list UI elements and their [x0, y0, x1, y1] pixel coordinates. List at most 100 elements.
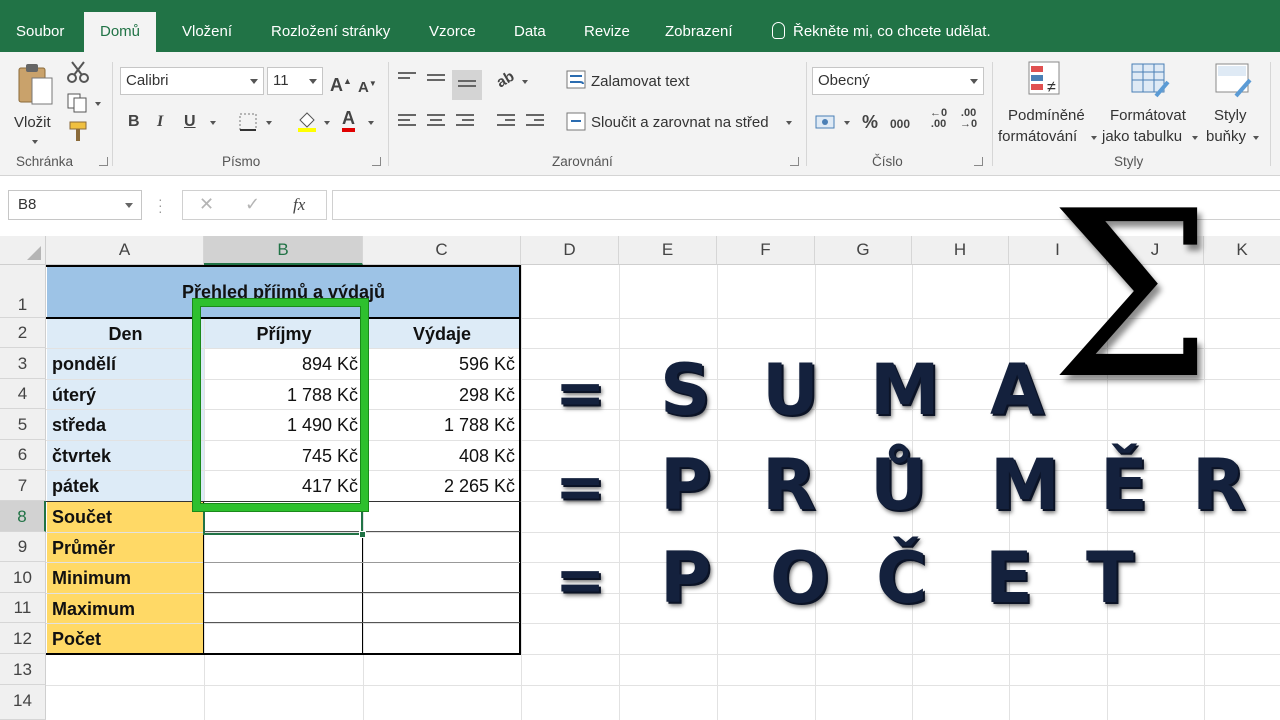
increase-font-icon[interactable]: A▲ [330, 71, 352, 95]
summary-label-pocet[interactable]: Počet [47, 624, 204, 654]
chevron-down-icon[interactable] [1253, 136, 1259, 140]
percent-button[interactable]: % [862, 112, 878, 132]
decrease-indent-icon[interactable] [497, 114, 515, 128]
wrap-text-button[interactable]: Zalamovat text [591, 73, 689, 90]
format-as-table-label-1[interactable]: Formátovat [1110, 107, 1186, 124]
table-row-day[interactable]: čtvrtek [47, 441, 204, 470]
row-header-14[interactable]: 14 [0, 685, 46, 720]
tab-insert[interactable]: Vložení [182, 12, 232, 52]
cell-styles-icon[interactable] [1214, 60, 1254, 100]
format-as-table-label-2[interactable]: jako tabulku [1102, 128, 1182, 145]
insert-function-icon[interactable]: fx [293, 195, 305, 215]
increase-decimal-icon[interactable]: ←0.00 [930, 108, 947, 130]
select-all-button[interactable] [0, 236, 46, 265]
table-row-expense[interactable]: 298 Kč [364, 380, 520, 409]
header-cell-den[interactable]: Den [47, 319, 204, 348]
dialog-launcher-icon[interactable] [790, 157, 799, 166]
row-header-7[interactable]: 7 [0, 470, 46, 501]
font-name-select[interactable]: Calibri [120, 67, 264, 95]
conditional-formatting-label-2[interactable]: formátování [998, 128, 1077, 145]
increase-indent-icon[interactable] [526, 114, 544, 128]
thousands-button[interactable]: 000 [890, 114, 910, 134]
chevron-down-icon[interactable] [95, 102, 101, 106]
summary-label-soucet[interactable]: Součet [47, 502, 204, 532]
row-header-3[interactable]: 3 [0, 348, 46, 379]
table-row-day[interactable]: středa [47, 410, 204, 440]
align-middle-icon[interactable] [427, 74, 445, 88]
font-size-select[interactable]: 11 [267, 67, 323, 95]
tab-data[interactable]: Data [514, 12, 546, 52]
chevron-down-icon[interactable] [786, 121, 792, 125]
align-left-icon[interactable] [398, 114, 416, 128]
row-header-6[interactable]: 6 [0, 440, 46, 470]
chevron-down-icon[interactable] [266, 121, 272, 125]
borders-icon[interactable] [238, 112, 258, 132]
align-center-icon[interactable] [427, 114, 445, 128]
row-header-9[interactable]: 9 [0, 532, 46, 562]
decrease-font-icon[interactable]: A▼ [358, 74, 377, 98]
currency-icon[interactable] [814, 112, 838, 132]
chevron-down-icon[interactable] [522, 80, 528, 84]
table-row-day[interactable]: pondělí [47, 349, 204, 379]
paste-button[interactable]: Vložit [10, 60, 58, 150]
cell-styles-label-2[interactable]: buňky [1206, 128, 1246, 145]
tab-view[interactable]: Zobrazení [665, 12, 733, 52]
tab-formulas[interactable]: Vzorce [429, 12, 476, 52]
table-row-expense[interactable]: 596 Kč [364, 349, 520, 379]
cut-icon[interactable] [66, 60, 90, 84]
conditional-formatting-label-1[interactable]: Podmíněné [1008, 107, 1085, 124]
tab-review[interactable]: Revize [584, 12, 630, 52]
row-header-8[interactable]: 8 [0, 501, 46, 532]
cell-styles-label-1[interactable]: Styly [1214, 107, 1247, 124]
row-header-10[interactable]: 10 [0, 562, 46, 593]
enter-icon[interactable]: ✓ [245, 194, 260, 215]
merge-center-icon[interactable] [566, 112, 588, 132]
column-header-e[interactable]: E [619, 236, 717, 265]
chevron-down-icon[interactable] [210, 121, 216, 125]
fill-handle[interactable] [359, 531, 366, 538]
tab-file[interactable]: Soubor [16, 12, 64, 52]
format-painter-icon[interactable] [66, 120, 90, 144]
row-header-13[interactable]: 13 [0, 654, 46, 685]
row-header-11[interactable]: 11 [0, 593, 46, 623]
row-header-4[interactable]: 4 [0, 379, 46, 409]
align-top-icon[interactable] [398, 72, 416, 86]
orientation-icon[interactable]: ab [493, 67, 518, 93]
copy-icon[interactable] [66, 92, 90, 114]
underline-button[interactable]: U [184, 112, 196, 132]
column-header-c[interactable]: C [363, 236, 521, 265]
tell-me-box[interactable]: Řekněte mi, co chcete udělat. [772, 12, 991, 52]
number-format-select[interactable]: Obecný [812, 67, 984, 95]
conditional-formatting-icon[interactable]: ≠ [1027, 60, 1067, 100]
merge-center-button[interactable]: Sloučit a zarovnat na střed [591, 114, 769, 131]
row-header-12[interactable]: 12 [0, 623, 46, 654]
table-row-expense[interactable]: 2 265 Kč [364, 471, 520, 501]
wrap-text-icon[interactable] [566, 70, 588, 90]
column-header-h[interactable]: H [912, 236, 1009, 265]
decrease-decimal-icon[interactable]: .00 →0 [960, 108, 977, 130]
bold-button[interactable]: B [128, 112, 140, 132]
chevron-down-icon[interactable] [1091, 136, 1097, 140]
tab-page-layout[interactable]: Rozložení stránky [271, 12, 390, 52]
cancel-icon[interactable]: ✕ [199, 194, 214, 215]
font-color-icon[interactable]: A [342, 108, 355, 132]
column-header-b[interactable]: B [204, 236, 363, 265]
format-as-table-icon[interactable] [1130, 60, 1170, 100]
table-row-day[interactable]: úterý [47, 380, 204, 409]
chevron-down-icon[interactable] [324, 121, 330, 125]
italic-button[interactable]: I [157, 112, 163, 132]
column-header-d[interactable]: D [521, 236, 619, 265]
align-bottom-icon[interactable] [452, 70, 482, 100]
chevron-down-icon[interactable] [368, 121, 374, 125]
row-header-2[interactable]: 2 [0, 318, 46, 348]
column-header-f[interactable]: F [717, 236, 815, 265]
column-header-k[interactable]: K [1204, 236, 1280, 265]
header-cell-vydaje[interactable]: Výdaje [364, 319, 520, 348]
row-header-5[interactable]: 5 [0, 409, 46, 440]
chevron-down-icon[interactable] [844, 121, 850, 125]
table-row-day[interactable]: pátek [47, 471, 204, 501]
table-row-expense[interactable]: 1 788 Kč [364, 410, 520, 440]
align-right-icon[interactable] [456, 114, 474, 128]
summary-label-minimum[interactable]: Minimum [47, 563, 204, 593]
row-header-1[interactable]: 1 [0, 265, 46, 318]
